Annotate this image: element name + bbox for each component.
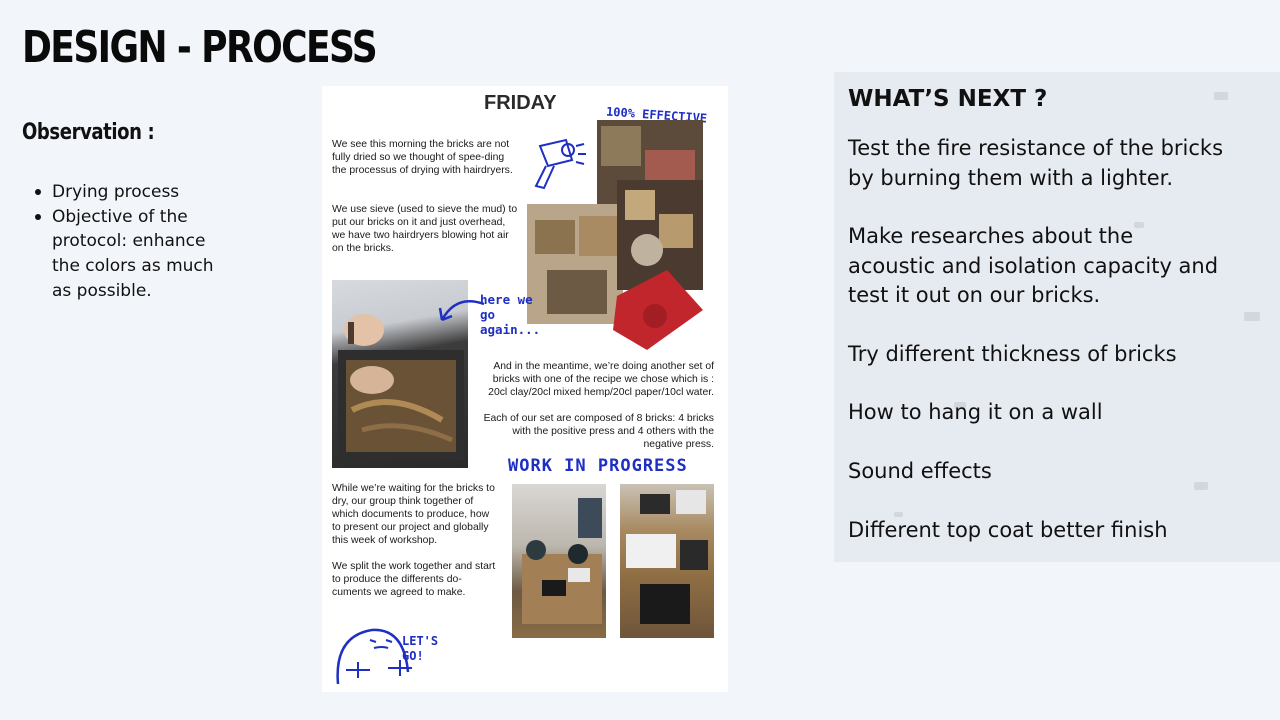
next-item: Make researches about the acoustic and i… [848, 224, 1219, 307]
work-photo [620, 484, 714, 638]
slide-title: DESIGN - PROCESS [22, 22, 378, 73]
texture-speck [1244, 312, 1260, 321]
journal-paragraph: We see this morning the bricks are not f… [332, 139, 513, 177]
next-item: Try different thickness of bricks [848, 342, 1177, 366]
journal-paragraph: We use sieve (used to sieve the mud) to … [332, 204, 518, 255]
observation-item: Objective of the protocol: enhance the c… [35, 205, 232, 304]
observation-item: Drying process [35, 180, 232, 205]
handwritten-lets-go: LET'S GO! [402, 634, 439, 663]
journal-title: FRIDAY [484, 92, 557, 114]
journal-paragraph: We split the work together and start to … [332, 561, 496, 599]
work-photo [512, 484, 606, 638]
observation-list: Drying process Objective of the protocol… [35, 180, 232, 304]
journal-paragraph: While we’re waiting for the bricks to dr… [332, 483, 495, 547]
next-item: Different top coat better finish [848, 518, 1168, 542]
arrow-doodle-icon [438, 300, 485, 322]
observation-heading: Observation : [22, 120, 155, 145]
next-item: How to hang it on a wall [848, 400, 1103, 424]
handwritten-work-in-progress: WORK IN PROGRESS [508, 456, 688, 476]
next-item: Sound effects [848, 459, 992, 483]
whats-next-panel: WHAT’S NEXT ? Test the fire resistance o… [834, 72, 1280, 562]
texture-speck [1214, 92, 1228, 100]
journal-page: FRIDAY We see this morning the bricks ar… [322, 86, 728, 692]
handwritten-here-we-go: here we go again... [480, 292, 541, 337]
journal-paragraph: And in the meantime, we’re doing another… [488, 361, 714, 399]
journal-paragraph: Each of our set are composed of 8 bricks… [483, 413, 714, 451]
next-item: Test the fire resistance of the bricks b… [848, 136, 1224, 190]
bricks-photo [527, 120, 703, 350]
whats-next-title: WHAT’S NEXT ? [848, 86, 1048, 112]
